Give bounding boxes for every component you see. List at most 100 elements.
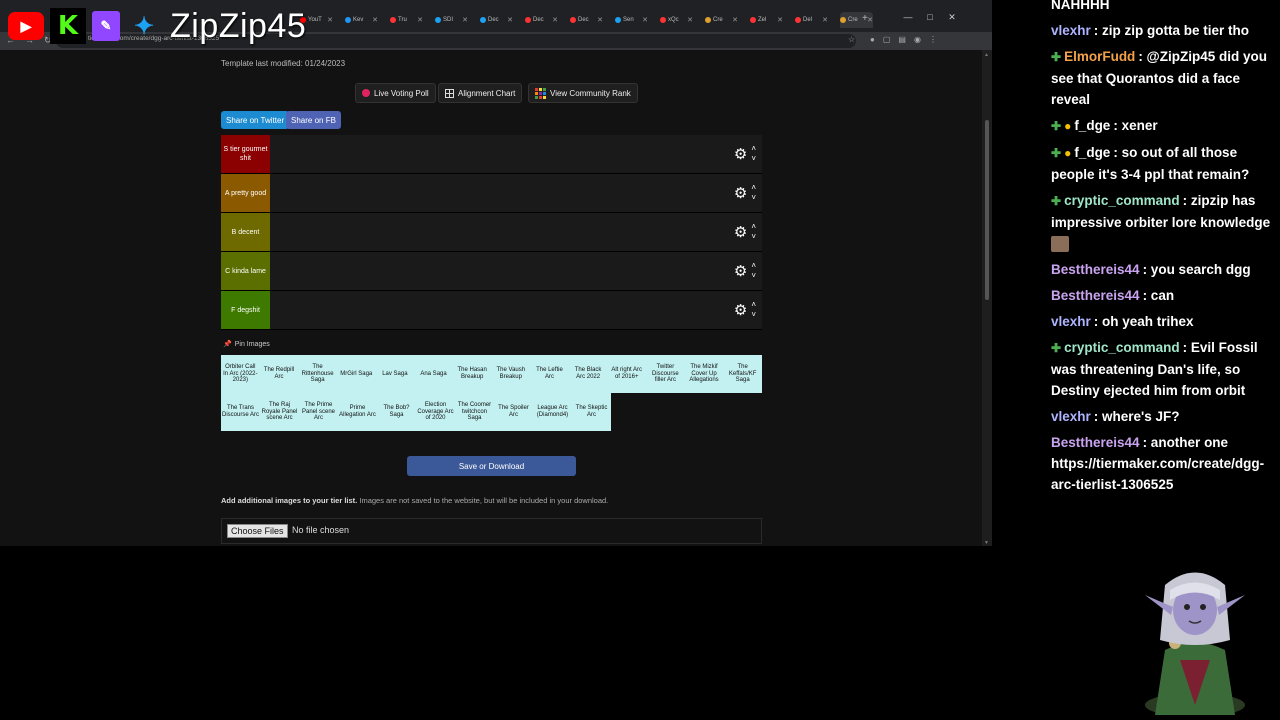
bookmark-star-icon[interactable]: ☆ bbox=[848, 35, 855, 44]
tier-drop-zone[interactable] bbox=[270, 135, 762, 173]
tier-label[interactable]: A pretty good bbox=[221, 174, 270, 212]
scroll-thumb[interactable] bbox=[985, 120, 989, 300]
browser-tab[interactable]: Zel ✕ bbox=[750, 12, 783, 28]
browser-tab[interactable]: SDI ✕ bbox=[435, 12, 468, 28]
pool-item[interactable]: The Coomer twitchcon Saga bbox=[455, 393, 494, 431]
pool-item[interactable]: Prime Allegation Arc bbox=[338, 393, 377, 431]
chevron-down-icon[interactable]: ˅ bbox=[751, 154, 756, 164]
share-twitter-button[interactable]: Share on Twitter bbox=[221, 111, 290, 129]
gear-icon[interactable]: ⚙ bbox=[734, 303, 747, 318]
pool-item[interactable]: The Mizkif Cover Up Allegations bbox=[684, 355, 724, 393]
browser-tab[interactable]: Cre ✕ bbox=[705, 12, 738, 28]
tab-close-icon[interactable]: ✕ bbox=[327, 16, 333, 24]
close-icon[interactable]: ✕ bbox=[946, 12, 958, 23]
chevron-down-icon[interactable]: ˅ bbox=[751, 310, 756, 320]
pool-item[interactable]: The Spoiler Arc bbox=[494, 393, 533, 431]
pin-images-toggle[interactable]: 📌 Pin Images bbox=[223, 340, 270, 349]
maximize-icon[interactable]: □ bbox=[924, 12, 936, 23]
tab-close-icon[interactable]: ✕ bbox=[597, 16, 603, 24]
browser-tab[interactable]: xQc ✕ bbox=[660, 12, 693, 28]
sidepanel-icon[interactable]: ▤ bbox=[898, 35, 906, 44]
pool-item[interactable]: Alt right Arc of 2016+ bbox=[607, 355, 647, 393]
pool-item[interactable]: Twitter Discourse filler Arc bbox=[646, 355, 685, 393]
tier-label[interactable]: S tier gourmet shit bbox=[221, 135, 270, 173]
tab-close-icon[interactable]: ✕ bbox=[867, 16, 873, 24]
pool-item[interactable]: Election Coverage Arc of 2020 bbox=[416, 393, 455, 431]
pool-item[interactable]: The Redpill Arc bbox=[259, 355, 299, 393]
tab-close-icon[interactable]: ✕ bbox=[507, 16, 513, 24]
profile-icon[interactable]: ◉ bbox=[914, 35, 921, 44]
pool-item[interactable]: Ana Saga bbox=[414, 355, 453, 393]
browser-tab[interactable]: Sen ✕ bbox=[615, 12, 648, 28]
chevron-up-icon[interactable]: ˄ bbox=[751, 261, 756, 271]
tab-close-icon[interactable]: ✕ bbox=[822, 16, 828, 24]
tier-drop-zone[interactable] bbox=[270, 291, 762, 329]
pool-item[interactable]: Orbiter Call In Arc (2022-2023) bbox=[221, 355, 260, 393]
chevron-up-icon[interactable]: ˄ bbox=[751, 144, 756, 154]
chat-username[interactable]: vlexhr bbox=[1051, 23, 1091, 38]
chat-username[interactable]: vlexhr bbox=[1051, 409, 1091, 424]
pool-item[interactable]: The Prime Panel scene Arc bbox=[299, 393, 338, 431]
share-fb-button[interactable]: Share on FB bbox=[286, 111, 341, 129]
minimize-icon[interactable]: — bbox=[902, 12, 914, 23]
tab-close-icon[interactable]: ✕ bbox=[372, 16, 378, 24]
chevron-up-icon[interactable]: ˄ bbox=[751, 222, 756, 232]
tab-close-icon[interactable]: ✕ bbox=[642, 16, 648, 24]
tab-close-icon[interactable]: ✕ bbox=[777, 16, 783, 24]
browser-tab[interactable]: Dec ✕ bbox=[570, 12, 603, 28]
pool-item[interactable]: The Skeptic Arc bbox=[572, 393, 611, 431]
chat-username[interactable]: Bestthereis44 bbox=[1051, 435, 1140, 450]
browser-tab[interactable]: Kev ✕ bbox=[345, 12, 378, 28]
chat-username[interactable]: ElmorFudd bbox=[1064, 49, 1135, 64]
community-rank-button[interactable]: View Community Rank bbox=[528, 83, 638, 103]
pool-item[interactable]: MrGirl Saga bbox=[336, 355, 376, 393]
tab-close-icon[interactable]: ✕ bbox=[552, 16, 558, 24]
browser-tab[interactable]: Dec ✕ bbox=[480, 12, 513, 28]
chevron-down-icon[interactable]: ˅ bbox=[751, 232, 756, 242]
scroll-up-icon[interactable]: ▲ bbox=[984, 52, 989, 58]
chat-username[interactable]: vlexhr bbox=[1051, 314, 1091, 329]
tab-close-icon[interactable]: ✕ bbox=[687, 16, 693, 24]
chat-username[interactable]: f_dge bbox=[1074, 118, 1110, 133]
chat-username[interactable]: f_dge bbox=[1074, 145, 1110, 160]
gear-icon[interactable]: ⚙ bbox=[734, 264, 747, 279]
page-scrollbar[interactable]: ▲ ▼ bbox=[982, 50, 992, 546]
pool-item[interactable]: The Trans Discourse Arc bbox=[221, 393, 260, 431]
save-download-button[interactable]: Save or Download bbox=[407, 456, 576, 476]
browser-tab[interactable]: Tru ✕ bbox=[390, 12, 423, 28]
chevron-up-icon[interactable]: ˄ bbox=[751, 300, 756, 310]
pool-item[interactable]: Lav Saga bbox=[375, 355, 415, 393]
tab-close-icon[interactable]: ✕ bbox=[417, 16, 423, 24]
gear-icon[interactable]: ⚙ bbox=[734, 147, 747, 162]
tab-close-icon[interactable]: ✕ bbox=[462, 16, 468, 24]
tab-close-icon[interactable]: ✕ bbox=[732, 16, 738, 24]
pool-item[interactable]: The Raj Royale Panel scene Arc bbox=[260, 393, 299, 431]
pool-item[interactable]: The Hasan Breakup bbox=[452, 355, 492, 393]
gear-icon[interactable]: ⚙ bbox=[734, 225, 747, 240]
chat-username[interactable]: cryptic_command bbox=[1064, 340, 1180, 355]
pool-item[interactable]: League Arc (Diamond4) bbox=[533, 393, 572, 431]
chevron-down-icon[interactable]: ˅ bbox=[751, 271, 756, 281]
pool-item[interactable]: The Vaush Breakup bbox=[491, 355, 531, 393]
pool-item[interactable]: The Keffals/KF Saga bbox=[723, 355, 762, 393]
menu-icon[interactable]: ⋮ bbox=[929, 35, 937, 44]
extension-icon[interactable]: ● bbox=[870, 35, 875, 44]
tier-drop-zone[interactable] bbox=[270, 213, 762, 251]
pool-item[interactable]: The Black Arc 2022 bbox=[568, 355, 608, 393]
tier-drop-zone[interactable] bbox=[270, 174, 762, 212]
chat-username[interactable]: Bestthereis44 bbox=[1051, 262, 1140, 277]
alignment-chart-button[interactable]: Alignment Chart bbox=[438, 83, 523, 103]
extension-icon[interactable]: ▢ bbox=[883, 35, 891, 44]
chat-username[interactable]: cryptic_command bbox=[1064, 193, 1180, 208]
tier-label[interactable]: F degshit bbox=[221, 291, 270, 329]
browser-tab[interactable]: Cre ✕ bbox=[840, 12, 873, 28]
chevron-up-icon[interactable]: ˄ bbox=[751, 183, 756, 193]
browser-tab[interactable]: Dec ✕ bbox=[525, 12, 558, 28]
scroll-down-icon[interactable]: ▼ bbox=[984, 540, 989, 546]
chat-username[interactable]: Bestthereis44 bbox=[1051, 288, 1140, 303]
browser-tab[interactable]: Del ✕ bbox=[795, 12, 828, 28]
new-tab-button[interactable]: + bbox=[862, 13, 868, 24]
pool-item[interactable]: The Bob? Saga bbox=[377, 393, 416, 431]
choose-files-button[interactable]: Choose Files bbox=[227, 524, 288, 538]
pool-item[interactable]: The Rittenhouse Saga bbox=[298, 355, 337, 393]
